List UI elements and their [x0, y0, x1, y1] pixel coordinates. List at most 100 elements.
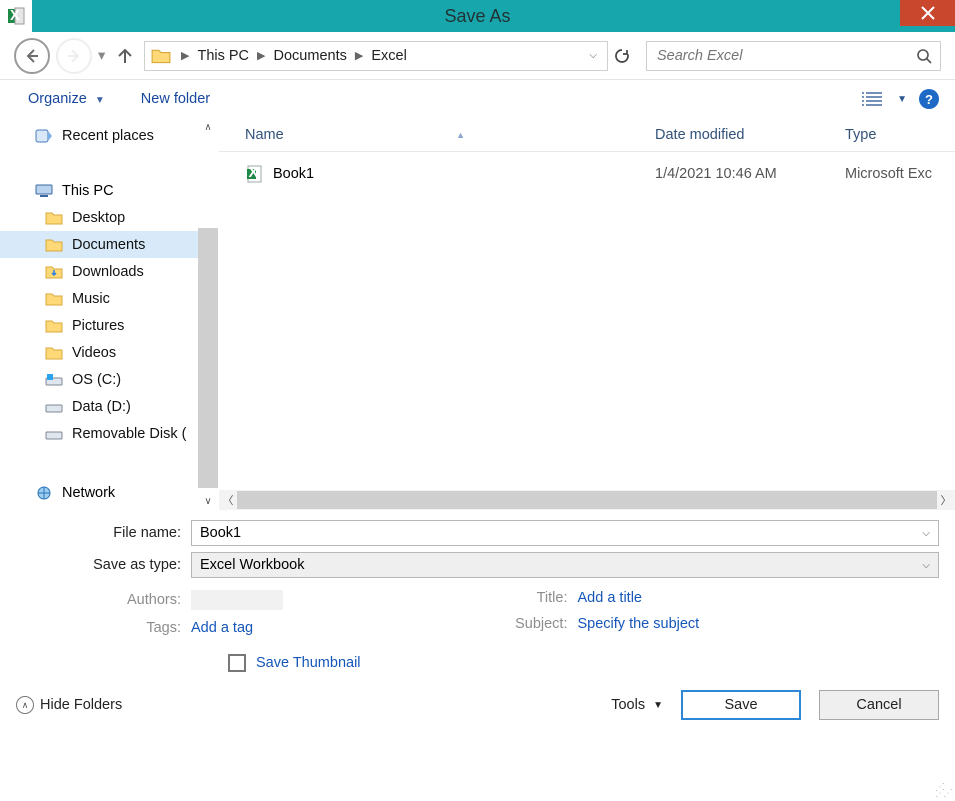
folder-icon	[44, 209, 64, 227]
breadcrumb-segment[interactable]: Excel	[370, 46, 407, 66]
scroll-up-button[interactable]: ∧	[198, 118, 218, 136]
tree-item-drive-d[interactable]: Data (D:)	[0, 393, 218, 420]
file-type: Microsoft Exc	[845, 166, 955, 182]
tree-item-label: Network	[62, 485, 115, 501]
tree-item-recent-places[interactable]: Recent places	[0, 122, 218, 149]
tree-group-network[interactable]: Network	[0, 479, 218, 506]
chevron-down-icon[interactable]: ⌵	[922, 528, 930, 539]
file-list[interactable]: X Book1 1/4/2021 10:46 AM Microsoft Exc	[219, 152, 955, 490]
address-breadcrumb[interactable]: ▶ This PC ▶ Documents ▶ Excel ⌵	[144, 41, 608, 71]
tree-scrollbar-thumb[interactable]	[198, 228, 218, 488]
breadcrumb-segment[interactable]: This PC	[196, 46, 250, 66]
tree-item-downloads[interactable]: Downloads	[0, 258, 218, 285]
save-thumbnail-checkbox[interactable]	[228, 654, 246, 672]
tools-menu[interactable]: Tools ▼	[611, 697, 663, 713]
hide-folders-toggle[interactable]: ∧ Hide Folders	[16, 696, 122, 714]
back-button[interactable]	[14, 38, 50, 74]
column-header-name[interactable]: Name	[245, 127, 646, 143]
breadcrumb-segment[interactable]: Documents	[273, 46, 348, 66]
file-row[interactable]: X Book1 1/4/2021 10:46 AM Microsoft Exc	[219, 160, 955, 188]
title-bar: X Save As	[0, 0, 955, 32]
file-name: Book1	[273, 166, 314, 182]
folder-music-icon	[44, 290, 64, 308]
tree-item-removable-disk[interactable]: Removable Disk (	[0, 420, 218, 447]
recent-places-icon	[34, 127, 54, 145]
new-folder-button[interactable]: New folder	[141, 91, 210, 107]
tree-item-videos[interactable]: Videos	[0, 339, 218, 366]
forward-button[interactable]	[56, 38, 92, 74]
tree-group-this-pc[interactable]: This PC	[0, 177, 218, 204]
chevron-right-icon: ▶	[350, 49, 368, 62]
folder-download-icon	[44, 263, 64, 281]
hide-folders-label: Hide Folders	[40, 697, 122, 713]
folder-icon	[44, 236, 64, 254]
sort-indicator-icon: ▲	[456, 130, 465, 140]
title-label: Title:	[478, 590, 578, 606]
chevron-up-circle-icon: ∧	[16, 696, 34, 714]
go-up-button[interactable]	[116, 47, 138, 65]
horizontal-scrollbar[interactable]: 〈 〉	[219, 490, 955, 510]
file-date: 1/4/2021 10:46 AM	[655, 166, 845, 182]
folder-pictures-icon	[44, 317, 64, 335]
tags-field[interactable]: Add a tag	[191, 620, 253, 636]
network-icon	[34, 484, 54, 502]
svg-text:X: X	[10, 8, 20, 24]
column-header-row: Name ▲ Date modified Type	[219, 118, 955, 152]
chevron-down-icon: ▼	[653, 700, 663, 711]
tree-item-documents[interactable]: Documents	[0, 231, 218, 258]
organize-label: Organize	[28, 91, 87, 107]
column-header-type[interactable]: Type	[845, 127, 955, 143]
navigation-tree: ∧ Recent places This PC Desktop Document…	[0, 118, 218, 510]
refresh-button[interactable]	[614, 48, 640, 64]
file-list-pane: Name ▲ Date modified Type X Book1 1/4/20…	[218, 118, 955, 510]
breadcrumb-history-dropdown[interactable]: ⌵	[589, 50, 601, 61]
search-input[interactable]	[655, 47, 916, 65]
close-icon	[921, 6, 935, 20]
tree-item-drive-c[interactable]: OS (C:)	[0, 366, 218, 393]
scrollbar-thumb[interactable]	[237, 491, 937, 509]
column-header-date[interactable]: Date modified	[655, 127, 845, 143]
resize-grip-icon[interactable]: ⋰⋰⋰	[935, 785, 951, 797]
save-thumbnail-label[interactable]: Save Thumbnail	[256, 655, 361, 671]
chevron-down-icon: ▼	[897, 94, 907, 105]
scroll-right-button[interactable]: 〉	[937, 492, 955, 508]
save-as-type-label: Save as type:	[16, 557, 191, 573]
search-box[interactable]	[646, 41, 941, 71]
tags-label: Tags:	[16, 620, 191, 636]
arrow-right-icon	[65, 47, 83, 65]
tree-item-label: Documents	[72, 237, 145, 253]
tree-item-label: Downloads	[72, 264, 144, 280]
close-button[interactable]	[900, 0, 955, 26]
tree-item-desktop[interactable]: Desktop	[0, 204, 218, 231]
subject-field[interactable]: Specify the subject	[578, 616, 700, 632]
save-as-type-combo[interactable]: Excel Workbook ⌵	[191, 552, 939, 578]
tree-item-music[interactable]: Music	[0, 285, 218, 312]
authors-label: Authors:	[16, 592, 191, 608]
tree-item-label: Desktop	[72, 210, 125, 226]
tree-item-label: Data (D:)	[72, 399, 131, 415]
cancel-button[interactable]: Cancel	[819, 690, 939, 720]
chevron-down-icon[interactable]: ⌵	[922, 560, 930, 571]
save-button[interactable]: Save	[681, 690, 801, 720]
tree-item-label: OS (C:)	[72, 372, 121, 388]
view-options-button[interactable]: ▼	[861, 90, 907, 108]
save-as-type-value: Excel Workbook	[200, 557, 305, 573]
authors-field[interactable]	[191, 590, 283, 610]
scroll-left-button[interactable]: 〈	[219, 492, 237, 508]
tree-item-label: Recent places	[62, 128, 154, 144]
help-button[interactable]: ?	[919, 89, 939, 109]
file-name-combo[interactable]: Book1 ⌵	[191, 520, 939, 546]
search-icon[interactable]	[916, 48, 932, 64]
scroll-down-button[interactable]: ∨	[198, 492, 218, 510]
tools-label: Tools	[611, 697, 645, 713]
main-area: ∧ Recent places This PC Desktop Document…	[0, 118, 955, 510]
recent-locations-dropdown[interactable]: ▾	[98, 48, 110, 64]
drive-removable-icon	[44, 425, 64, 443]
computer-icon	[34, 182, 54, 200]
drive-os-icon	[44, 371, 64, 389]
organize-menu[interactable]: Organize ▼	[28, 91, 105, 107]
tree-item-pictures[interactable]: Pictures	[0, 312, 218, 339]
view-details-icon	[861, 90, 883, 108]
refresh-icon	[614, 48, 630, 64]
title-field[interactable]: Add a title	[578, 590, 643, 606]
